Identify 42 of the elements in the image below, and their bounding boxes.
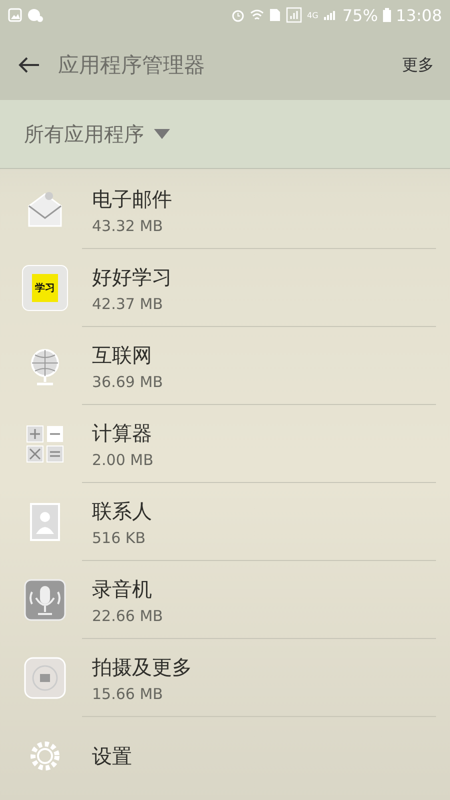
image-icon	[8, 8, 22, 22]
app-size: 43.32 MB	[92, 216, 164, 234]
wifi-icon	[250, 8, 264, 22]
app-name: 设置	[92, 742, 132, 770]
app-size: 36.69 MB	[92, 372, 163, 390]
signal-icon	[286, 7, 302, 23]
app-name: 计算器	[92, 420, 153, 446]
app-size: 2.00 MB	[92, 450, 154, 468]
app-list-item[interactable]: 设置	[0, 717, 450, 795]
app-size: 42.37 MB	[92, 294, 164, 312]
battery-percent: 75%	[342, 6, 378, 24]
app-name: 互联网	[92, 342, 153, 368]
app-name: 拍摄及更多	[92, 654, 192, 680]
sim-card-icon	[269, 8, 282, 22]
app-list-item[interactable]: 计算器 2.00 MB	[0, 405, 450, 483]
microphone-icon	[23, 578, 67, 622]
app-list-item[interactable]: 拍摄及更多 15.66 MB	[0, 639, 450, 717]
app-list-item[interactable]: 录音机 22.66 MB	[0, 561, 450, 639]
app-filter-dropdown[interactable]: 所有应用程序	[24, 120, 170, 148]
camera-icon	[23, 656, 67, 700]
clock: 13:08	[396, 6, 442, 24]
signal-bars-icon	[323, 9, 338, 21]
app-name: 录音机	[92, 576, 153, 602]
app-name: 好好学习	[92, 264, 172, 290]
alarm-icon	[231, 8, 246, 22]
app-list-item[interactable]: 联系人 516 KB	[0, 483, 450, 561]
battery-icon	[382, 8, 391, 22]
app-list-item[interactable]: 互联网 36.69 MB	[0, 327, 450, 405]
app-name: 电子邮件	[92, 186, 172, 212]
app-name: 联系人	[92, 498, 152, 524]
app-list-item[interactable]: 电子邮件 43.32 MB	[0, 171, 450, 249]
screen-title: 应用程序管理器	[58, 52, 206, 79]
app-size: 22.66 MB	[92, 606, 163, 624]
network-type: 4G	[307, 10, 318, 20]
app-size: 516 KB	[92, 528, 147, 546]
back-button[interactable]	[18, 56, 40, 74]
app-icon: 学习	[22, 265, 68, 311]
app-list-item[interactable]: 学习 好好学习 42.37 MB	[0, 249, 450, 327]
chat-bubble-icon	[27, 8, 43, 22]
more-button[interactable]: 更多	[398, 50, 438, 80]
app-size: 15.66 MB	[92, 684, 164, 702]
caret-icon	[154, 129, 170, 139]
